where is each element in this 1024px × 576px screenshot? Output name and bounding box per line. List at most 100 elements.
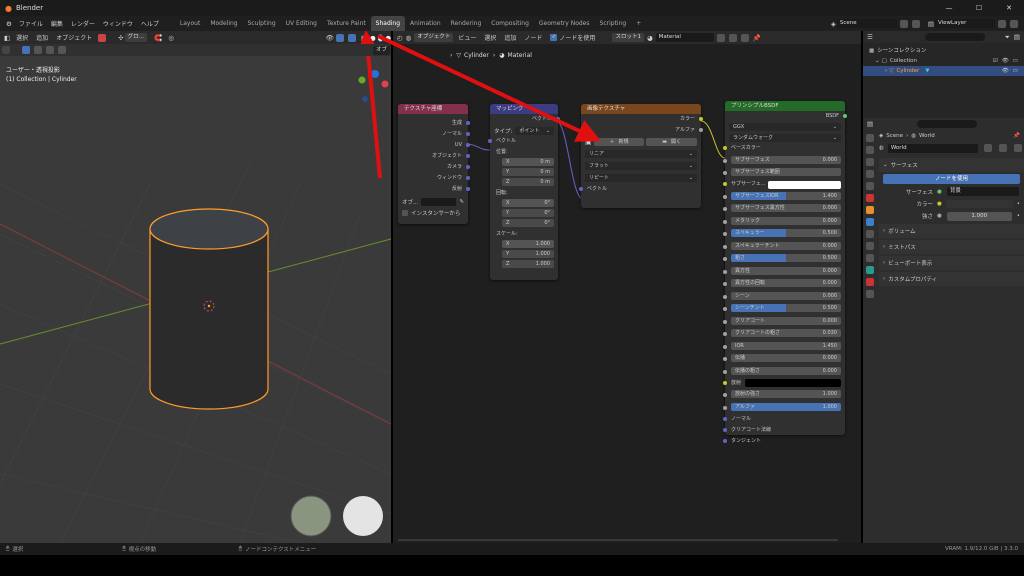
bsdf-property-field[interactable]: クリアコート 0.000 — [731, 316, 841, 325]
image-texture-node[interactable]: 画像テクスチャ カラー アルファ ▣ ＋新規 ▬ 開く リニア ⌄ フラット ⌄ リピ… — [579, 104, 703, 208]
bsdf-property-field[interactable]: 異方性の回転 0.000 — [731, 279, 841, 287]
properties-search[interactable] — [917, 120, 978, 128]
bsdf-property-field[interactable]: スペキュラー 0.500 — [731, 229, 841, 237]
viewport-menu-add[interactable]: 追加 — [32, 33, 52, 42]
visibility-icon[interactable]: 👁 — [326, 34, 334, 42]
select-subtract-icon[interactable] — [46, 46, 54, 54]
surface-shader-field[interactable]: 背景 — [946, 187, 1019, 196]
maximize-button[interactable]: ☐ — [964, 4, 994, 12]
bsdf-input-socket[interactable] — [723, 219, 727, 224]
open-image-button[interactable]: ▬ 開く — [646, 138, 697, 146]
mapping-loc-field[interactable]: Z0 m — [502, 178, 554, 186]
select-invert-icon[interactable] — [58, 46, 66, 54]
bsdf-input-socket[interactable] — [723, 182, 727, 186]
strength-field[interactable]: 1.000 — [946, 211, 1012, 221]
world-browse-icon[interactable]: ◍ — [879, 145, 884, 151]
blender-menu-icon[interactable]: ⚙ — [6, 20, 12, 28]
render-icon[interactable]: ▭ — [1013, 56, 1018, 66]
bsdf-input-socket[interactable] — [723, 158, 727, 163]
bsdf-input-socket[interactable] — [723, 232, 727, 236]
mapping-rot-field[interactable]: X 0° — [502, 199, 554, 207]
cylinder-label[interactable]: Cylinder — [896, 66, 919, 76]
link-dot-icon[interactable]: • — [1017, 201, 1020, 207]
menu-file[interactable]: ファイル — [15, 19, 47, 28]
tangent-socket[interactable] — [723, 438, 727, 443]
properties-section-header[interactable]: › ビューポート表示 — [879, 256, 1024, 270]
tab-compositing[interactable]: Compositing — [486, 16, 534, 31]
emission-strength-field[interactable]: 放射の強さ 1.000 — [731, 390, 841, 398]
mapping-scl-field[interactable]: X 1.000 — [502, 240, 554, 248]
bsdf-property-field[interactable]: シーンチント 0.500 — [731, 304, 841, 312]
principled-bsdf-node[interactable]: プリンシプルBSDF BSDF GGX ⌄ ランダムウォーク ⌄ ベースカラー サブ… — [723, 101, 847, 444]
bsdf-input-socket[interactable] — [723, 257, 727, 261]
pin-icon[interactable]: 📌 — [1013, 133, 1020, 139]
world-name-field[interactable]: World — [887, 143, 978, 153]
tab-uv-editing[interactable]: UV Editing — [281, 16, 322, 31]
node-menu-select[interactable]: 選択 — [480, 33, 500, 42]
image-alpha-socket[interactable] — [699, 128, 703, 132]
expand-icon[interactable]: › — [883, 276, 885, 282]
properties-type-icon[interactable]: ▤ — [867, 120, 873, 128]
world-duplicate-icon[interactable] — [998, 144, 1007, 152]
close-button[interactable]: ✕ — [994, 4, 1024, 12]
use-nodes-button[interactable]: ノードを使用 — [883, 173, 1020, 184]
bsdf-color-row[interactable]: サブサーフェ... — [731, 179, 841, 190]
interpolation-dropdown[interactable]: リニア ⌄ — [585, 150, 697, 158]
bsdf-property-field[interactable]: サブサーフェス 0.000 — [731, 155, 841, 164]
modifier-tab-icon[interactable] — [866, 218, 874, 226]
slot-dropdown[interactable]: スロット1 — [612, 33, 644, 42]
collection-label[interactable]: Collection — [890, 56, 917, 66]
bsdf-input-socket[interactable] — [723, 194, 727, 199]
minimize-button[interactable]: — — [934, 4, 964, 12]
bsdf-input-socket[interactable] — [723, 171, 727, 175]
bsdf-property-field[interactable]: 異方性 0.000 — [731, 266, 841, 275]
link-dot-icon[interactable]: • — [1017, 213, 1020, 219]
mapping-rot-field[interactable]: Z 0° — [502, 219, 554, 227]
overlay-toggle-icon[interactable] — [347, 33, 356, 42]
mapping-vector-socket[interactable] — [488, 139, 492, 143]
menu-help[interactable]: ヘルプ — [137, 19, 163, 28]
object-tab-icon[interactable] — [866, 206, 874, 214]
tab-rendering[interactable]: Rendering — [446, 16, 487, 31]
bsdf-input-socket[interactable] — [723, 332, 727, 336]
bsdf-input-socket[interactable] — [723, 244, 727, 249]
texcoord-output-socket[interactable] — [466, 165, 470, 169]
delete-scene-icon[interactable] — [911, 19, 920, 28]
properties-section-header[interactable]: › カスタムプロパティ — [879, 272, 1024, 286]
texcoord-node-title[interactable]: テクスチャ座標 — [398, 104, 468, 114]
scene-selector[interactable]: Scene — [836, 19, 897, 28]
texcoord-output-socket[interactable] — [466, 121, 470, 125]
tool-tab-icon[interactable] — [866, 134, 874, 142]
use-nodes-checkbox[interactable]: ✓ — [550, 34, 558, 41]
bsdf-property-field[interactable]: スペキュラーチント 0.000 — [731, 241, 841, 250]
mapping-loc-field[interactable]: X0 m — [502, 158, 554, 166]
scene-collection-label[interactable]: シーンコレクション — [877, 46, 926, 56]
snap-icon[interactable]: 🧲 — [154, 34, 162, 42]
distribution-dropdown[interactable]: GGX ⌄ — [729, 123, 841, 131]
tab-animation[interactable]: Animation — [405, 16, 446, 31]
texcoord-output-socket[interactable] — [466, 132, 470, 136]
image-color-socket[interactable] — [699, 117, 703, 121]
texcoord-output-socket[interactable] — [466, 143, 470, 147]
visibility-icon[interactable]: 👁 — [1002, 66, 1009, 76]
node-menu-node[interactable]: ノード — [520, 33, 546, 42]
physics-tab-icon[interactable] — [866, 242, 874, 250]
bsdf-property-field[interactable]: 伝播 0.000 — [731, 354, 841, 362]
properties-section-header[interactable]: › ボリューム — [879, 224, 1024, 238]
output-tab-icon[interactable] — [866, 158, 874, 166]
surface-panel-header[interactable]: サーフェス — [891, 161, 918, 169]
texture-tab-icon[interactable] — [866, 290, 874, 298]
clearcoat-normal-socket[interactable] — [723, 427, 727, 432]
bsdf-node-title[interactable]: プリンシプルBSDF — [725, 101, 845, 111]
tab-texture-paint[interactable]: Texture Paint — [322, 16, 371, 31]
material-name-field[interactable]: Material — [655, 33, 714, 42]
menu-edit[interactable]: 編集 — [47, 19, 67, 28]
fake-user-icon[interactable] — [716, 33, 725, 42]
bsdf-property-field[interactable]: クリアコートの粗さ 0.030 — [731, 329, 841, 337]
bsdf-property-field[interactable]: サブサーフェスIOR 1.400 — [731, 191, 841, 200]
3d-viewport[interactable]: ユーザー・透視投影 (1) Collection | Cylinder — [0, 44, 391, 543]
bsdf-input-socket[interactable] — [723, 369, 727, 374]
texture-coordinate-node[interactable]: テクスチャ座標 生成 ノーマル UV オブジェクト カメラ ウィンドウ 反射 オブ... ✎… — [398, 104, 470, 224]
mapping-node[interactable]: マッピング ベクトル タイプ: ポイント ⌄ ベクトル 位置: X0 m Y0 m Z… — [488, 104, 560, 280]
color-swatch[interactable] — [945, 200, 1013, 208]
